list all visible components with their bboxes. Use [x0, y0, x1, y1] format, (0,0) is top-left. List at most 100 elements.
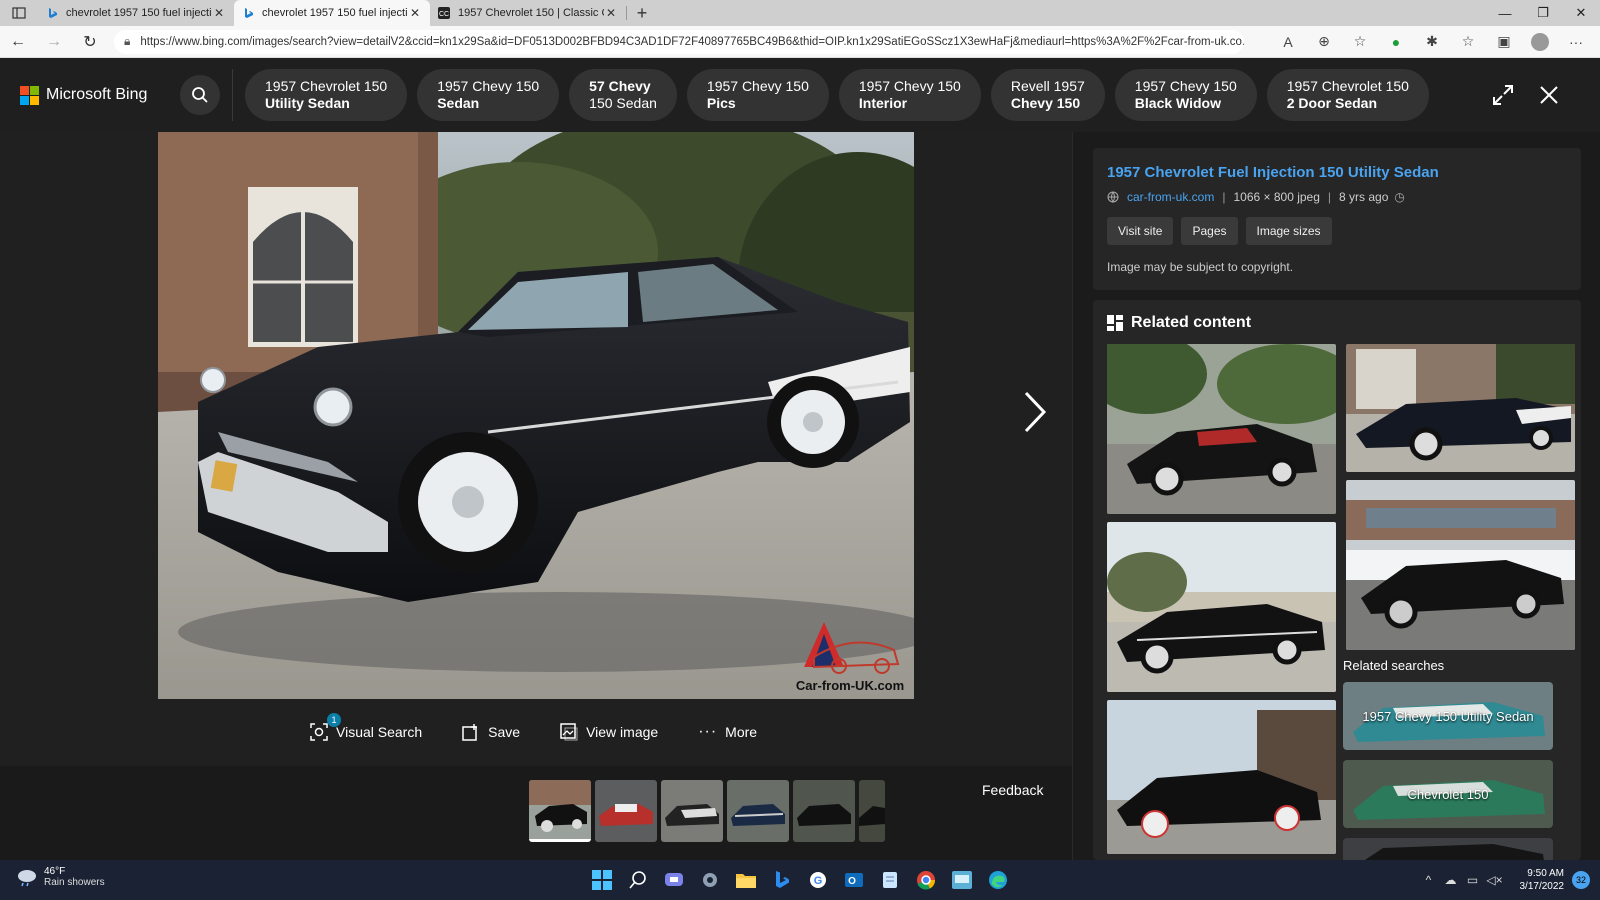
- image-viewer: Car-from-UK.com 1 Visual Search Save Vie…: [0, 132, 1072, 860]
- clock[interactable]: 9:50 AM 3/17/2022: [1520, 867, 1565, 893]
- search-icon: [629, 871, 646, 889]
- search-button[interactable]: [180, 75, 220, 115]
- bing-app-button[interactable]: [764, 864, 800, 896]
- show-hidden-icons-button[interactable]: ^: [1418, 873, 1440, 887]
- chip-interior[interactable]: 1957 Chevy 150 Interior: [838, 69, 981, 121]
- edge-app-button[interactable]: [980, 864, 1016, 896]
- more-dots-icon: ···: [698, 723, 718, 740]
- forward-button[interactable]: →: [36, 26, 72, 58]
- more-button[interactable]: ··· More: [698, 723, 757, 741]
- chip-pics[interactable]: 1957 Chevy 150 Pics: [686, 69, 829, 121]
- chip-line1: 1957 Chevy 150: [437, 78, 540, 94]
- check-shield-icon: ●: [1391, 33, 1401, 50]
- settings-app-button[interactable]: [692, 864, 728, 896]
- start-button[interactable]: [584, 864, 620, 896]
- extensions-button[interactable]: ✱: [1414, 26, 1450, 58]
- watermark: Car-from-UK.com: [794, 612, 906, 693]
- filmstrip-thumb[interactable]: [661, 780, 723, 842]
- file-explorer-button[interactable]: [728, 864, 764, 896]
- close-viewer-button[interactable]: [1526, 72, 1572, 118]
- read-aloud-button[interactable]: A: [1270, 26, 1306, 58]
- feedback-link[interactable]: Feedback: [982, 782, 1043, 798]
- related-search-card[interactable]: 1957 Chevy 150 Utility Sedan: [1343, 682, 1553, 750]
- notes-app-button[interactable]: [872, 864, 908, 896]
- chip-57-chevy[interactable]: 57 Chevy 150 Sedan: [569, 69, 677, 121]
- related-image[interactable]: [1107, 700, 1336, 854]
- view-image-button[interactable]: View image: [560, 723, 658, 741]
- bing-icon: [776, 871, 789, 888]
- onedrive-button[interactable]: ☁: [1440, 873, 1462, 887]
- chrome-app-button[interactable]: [908, 864, 944, 896]
- related-search-card[interactable]: [1343, 838, 1553, 860]
- related-image-photo: [1107, 700, 1336, 854]
- volume-button[interactable]: ◁×: [1484, 873, 1506, 887]
- browser-tab-2[interactable]: chevrolet 1957 150 fuel injection ✕: [234, 0, 430, 26]
- weather-widget[interactable]: 46°F Rain showers: [16, 866, 105, 888]
- related-image[interactable]: [1346, 480, 1575, 650]
- related-image[interactable]: [1346, 344, 1575, 472]
- close-tab-icon[interactable]: ✕: [212, 6, 226, 20]
- back-button[interactable]: ←: [0, 26, 36, 58]
- chevron-up-icon: ^: [1425, 873, 1432, 887]
- close-window-button[interactable]: ✕: [1562, 0, 1600, 26]
- chip-line1: 1957 Chevy 150: [706, 78, 809, 94]
- bing-icon: [245, 8, 253, 18]
- taskbar-search-button[interactable]: [620, 864, 656, 896]
- settings-more-button[interactable]: ···: [1558, 26, 1594, 58]
- filmstrip-thumb[interactable]: [793, 780, 855, 842]
- image-info-card: 1957 Chevrolet Fuel Injection 150 Utilit…: [1093, 148, 1581, 290]
- next-image-button[interactable]: [1015, 382, 1055, 442]
- remote-app-button[interactable]: [944, 864, 980, 896]
- expand-icon: [1493, 85, 1513, 105]
- google-app-button[interactable]: G: [800, 864, 836, 896]
- browser-tab-3[interactable]: CC 1957 Chevrolet 150 | Classic Cars ✕: [430, 0, 626, 26]
- extension-check-button[interactable]: ●: [1378, 26, 1414, 58]
- browser-tab-1[interactable]: chevrolet 1957 150 fuel injection ✕: [38, 0, 234, 26]
- chip-2-door-sedan[interactable]: 1957 Chevrolet 150 2 Door Sedan: [1266, 69, 1429, 121]
- restore-button[interactable]: ❐: [1524, 0, 1562, 26]
- related-search-photo: [1343, 838, 1553, 860]
- new-tab-button[interactable]: +: [627, 0, 657, 26]
- filmstrip-thumb[interactable]: [529, 780, 591, 842]
- filmstrip-thumb[interactable]: [595, 780, 657, 842]
- related-image[interactable]: [1107, 522, 1336, 692]
- filmstrip-thumb[interactable]: [859, 780, 885, 842]
- minimize-button[interactable]: —: [1486, 0, 1524, 26]
- related-image[interactable]: [1107, 344, 1336, 514]
- tab-actions-button[interactable]: [0, 0, 38, 26]
- image-sizes-button[interactable]: Image sizes: [1245, 217, 1332, 245]
- close-tab-icon[interactable]: ✕: [408, 6, 422, 20]
- profile-button[interactable]: [1522, 26, 1558, 58]
- favorite-button[interactable]: ☆: [1342, 26, 1378, 58]
- browser-tab-title: chevrolet 1957 150 fuel injection: [66, 7, 212, 19]
- close-tab-icon[interactable]: ✕: [604, 6, 618, 20]
- notification-badge[interactable]: 32: [1572, 871, 1590, 889]
- bing-logo[interactable]: Microsoft Bing: [20, 85, 170, 105]
- teams-chat-button[interactable]: [656, 864, 692, 896]
- chip-utility-sedan[interactable]: 1957 Chevrolet 150 Utility Sedan: [245, 69, 408, 121]
- favorites-button[interactable]: ☆: [1450, 26, 1486, 58]
- related-image-photo: [1107, 344, 1336, 514]
- pages-button[interactable]: Pages: [1181, 217, 1238, 245]
- save-button[interactable]: Save: [462, 723, 520, 741]
- source-link[interactable]: car-from-uk.com: [1127, 190, 1214, 204]
- main-car-image[interactable]: Car-from-UK.com: [158, 132, 914, 699]
- refresh-button[interactable]: ↻: [72, 26, 108, 58]
- visual-search-button[interactable]: 1 Visual Search: [310, 713, 422, 741]
- zoom-button[interactable]: ⊕: [1306, 26, 1342, 58]
- collections-button[interactable]: ▣: [1486, 26, 1522, 58]
- read-aloud-icon: A: [1283, 33, 1293, 50]
- expand-button[interactable]: [1480, 72, 1526, 118]
- visit-site-button[interactable]: Visit site: [1107, 217, 1174, 245]
- lock-icon: 🔒︎: [124, 34, 131, 48]
- outlook-app-button[interactable]: O: [836, 864, 872, 896]
- image-title-link[interactable]: 1957 Chevrolet Fuel Injection 150 Utilit…: [1107, 164, 1439, 181]
- chip-revell[interactable]: Revell 1957 Chevy 150: [990, 69, 1105, 121]
- related-search-label: Chevrolet 150: [1407, 786, 1489, 802]
- filmstrip-thumb[interactable]: [727, 780, 789, 842]
- related-search-card[interactable]: Chevrolet 150: [1343, 760, 1553, 828]
- chip-sedan[interactable]: 1957 Chevy 150 Sedan: [417, 69, 560, 121]
- chip-black-widow[interactable]: 1957 Chevy 150 Black Widow: [1114, 69, 1257, 121]
- network-button[interactable]: ▭: [1462, 873, 1484, 887]
- url-field[interactable]: 🔒︎ https://www.bing.com/images/search?vi…: [114, 29, 1244, 54]
